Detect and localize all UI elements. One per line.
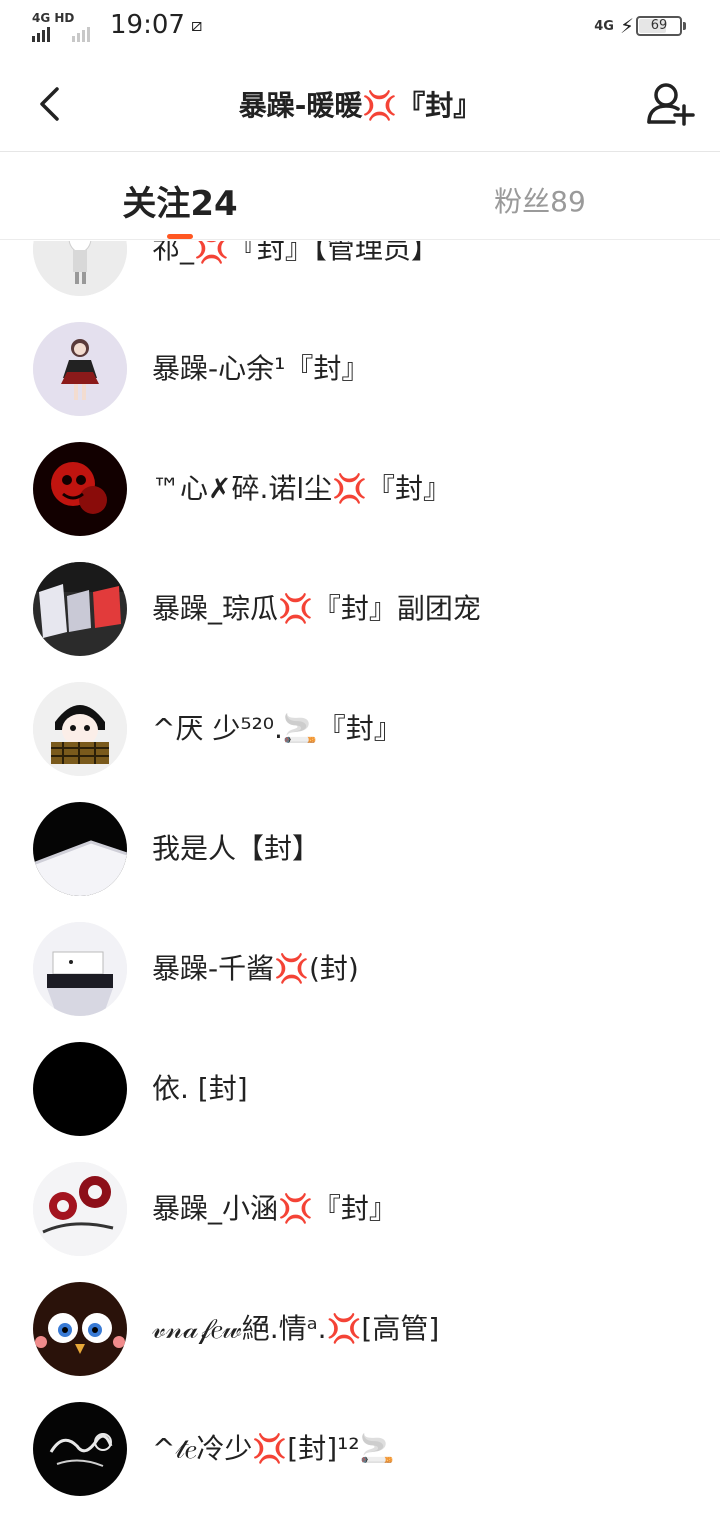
status-bar: 4G HD 19:07 ⧄ 4G ⚡ 69 (0, 0, 720, 56)
user-name: 暴躁_小涵💢『封』 (152, 1192, 397, 1225)
active-tab-indicator (167, 234, 193, 239)
top-bar: 暴躁-暖暖💢『封』 (0, 56, 720, 152)
avatar[interactable] (33, 1282, 127, 1376)
status-left: 4G HD 19:07 ⧄ (32, 10, 203, 42)
following-list[interactable]: 祁_💢『封』【管理员】 暴躁-心余¹『封』 ™心✗碎.诺l尘💢『封』 暴躁_琮瓜… (0, 241, 720, 1520)
avatar[interactable] (33, 922, 127, 1016)
signal-sim2-icon (72, 24, 92, 42)
avatar-image (33, 1402, 127, 1496)
avatar-image (33, 562, 127, 656)
list-item[interactable]: 暴躁_琮瓜💢『封』副团宠 (0, 549, 720, 669)
avatar[interactable] (33, 241, 127, 296)
user-name: 祁_💢『封』【管理员】 (152, 241, 439, 265)
back-button[interactable] (26, 76, 74, 132)
list-item[interactable]: ™心✗碎.诺l尘💢『封』 (0, 429, 720, 549)
battery-icon: 69 (636, 16, 682, 36)
list-item[interactable]: 𝓋𝓃𝒶𝒻𝑒𝓌絕.情ᵃ.💢[高管] (0, 1269, 720, 1389)
charging-icon: ⚡ (619, 14, 634, 38)
list-item[interactable]: ^𝓉𝑒冷少💢[封]¹²🚬 (0, 1389, 720, 1509)
avatar-image (33, 922, 127, 1016)
avatar-image (33, 241, 127, 296)
list-item[interactable]: 暴躁-心余¹『封』 (0, 309, 720, 429)
avatar[interactable] (33, 322, 127, 416)
avatar[interactable] (33, 1162, 127, 1256)
user-name: 暴躁-千酱💢(封) (152, 952, 359, 985)
list-item[interactable]: 暴躁_小涵💢『封』 (0, 1149, 720, 1269)
avatar-image (33, 802, 127, 896)
avatar[interactable] (33, 562, 127, 656)
list-item[interactable]: 祁_💢『封』【管理员】 (0, 241, 720, 309)
avatar-image (33, 1162, 127, 1256)
page-title: 暴躁-暖暖💢『封』 (238, 89, 482, 122)
tab-following[interactable]: 关注24 (100, 176, 260, 224)
user-name: ^厌 少⁵²⁰.🚬『封』 (152, 712, 402, 745)
add-user-button[interactable] (644, 78, 698, 132)
tab-bar: 关注24 粉丝89 (0, 152, 720, 240)
avatar[interactable] (33, 1042, 127, 1136)
user-name: 𝓋𝓃𝒶𝒻𝑒𝓌絕.情ᵃ.💢[高管] (152, 1312, 440, 1345)
following-list-content: 祁_💢『封』【管理员】 暴躁-心余¹『封』 ™心✗碎.诺l尘💢『封』 暴躁_琮瓜… (0, 241, 720, 1509)
tab-fans[interactable]: 粉丝89 (460, 180, 620, 228)
signal-strength-icon (32, 24, 52, 42)
list-item[interactable]: ^厌 少⁵²⁰.🚬『封』 (0, 669, 720, 789)
avatar[interactable] (33, 1402, 127, 1496)
signal-icons (32, 10, 102, 42)
user-name: 依. [封] (152, 1072, 248, 1105)
user-name: 我是人【封】 (152, 832, 321, 865)
add-user-icon (647, 83, 695, 126)
list-item[interactable]: 我是人【封】 (0, 789, 720, 909)
user-name: 暴躁-心余¹『封』 (152, 352, 370, 385)
avatar-image (33, 442, 127, 536)
avatar[interactable] (33, 802, 127, 896)
nfc-icon: ⧄ (190, 14, 203, 36)
network-type-right: 4G (594, 18, 614, 34)
avatar-image (33, 682, 127, 776)
battery-cap (683, 22, 686, 30)
avatar[interactable] (33, 682, 127, 776)
battery-level: 69 (650, 18, 668, 33)
avatar-image (33, 1282, 127, 1376)
user-name: ™心✗碎.诺l尘💢『封』 (152, 472, 452, 505)
list-item[interactable]: 暴躁-千酱💢(封) (0, 909, 720, 1029)
avatar-image (33, 322, 127, 416)
clock: 19:07 (110, 10, 185, 40)
status-right: 4G ⚡ 69 (594, 14, 686, 38)
user-name: ^𝓉𝑒冷少💢[封]¹²🚬 (152, 1432, 395, 1465)
avatar-image (33, 1042, 127, 1136)
chevron-left-icon (40, 87, 59, 121)
avatar[interactable] (33, 442, 127, 536)
list-item[interactable]: 依. [封] (0, 1029, 720, 1149)
user-name: 暴躁_琮瓜💢『封』副团宠 (152, 592, 481, 625)
